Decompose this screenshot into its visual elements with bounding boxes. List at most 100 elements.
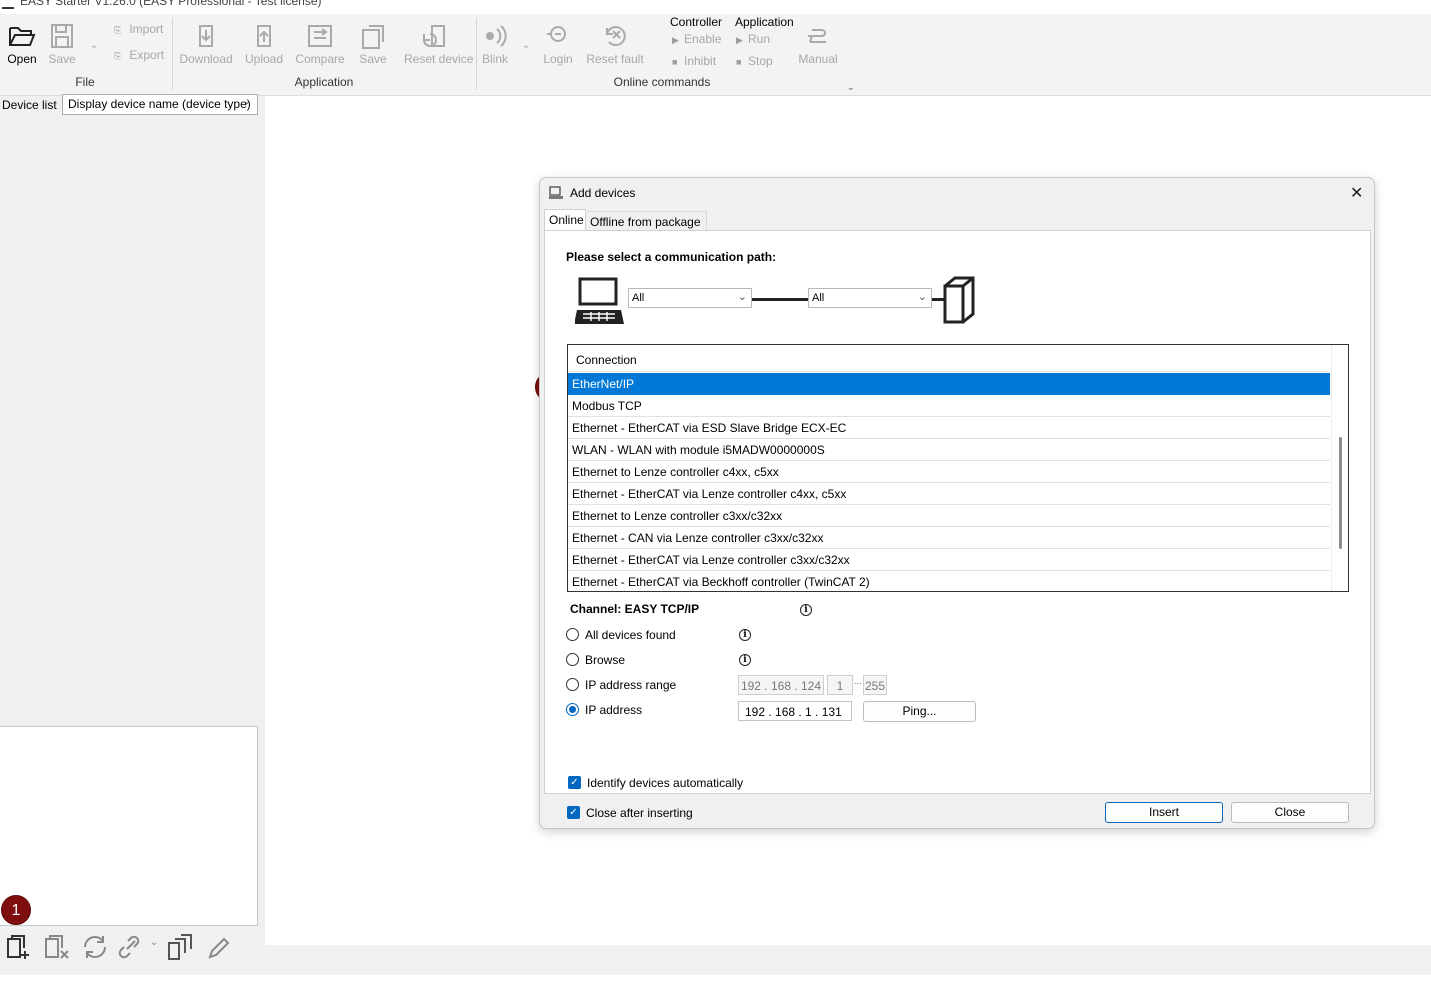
app-save-label: Save xyxy=(359,52,387,66)
run-button[interactable]: ▶ Run xyxy=(736,32,770,46)
play-icon: ▶ xyxy=(736,35,743,45)
blink-button[interactable]: Blink xyxy=(465,22,525,66)
connection-row[interactable]: Ethernet - EtherCAT via Lenze controller… xyxy=(568,483,1330,505)
connection-row[interactable]: Ethernet to Lenze controller c3xx/c32xx xyxy=(568,505,1330,527)
close-icon[interactable]: ✕ xyxy=(1350,183,1363,203)
floppy-icon xyxy=(51,24,73,48)
connection-column-header: Connection xyxy=(568,345,1330,372)
close-button[interactable]: Close xyxy=(1231,802,1349,823)
add-device-icon[interactable] xyxy=(5,933,35,961)
identify-devices-checkbox[interactable]: ✓ xyxy=(568,776,581,789)
compare-button[interactable]: Compare xyxy=(290,22,350,66)
all-devices-found-radio[interactable] xyxy=(566,628,579,641)
close-after-inserting-label[interactable]: Close after inserting xyxy=(586,806,693,820)
download-button[interactable]: Download xyxy=(176,22,236,66)
export-button[interactable]: ⎘ Export xyxy=(114,48,164,62)
app-save-button[interactable]: Save xyxy=(343,22,403,66)
connection-row[interactable]: WLAN - WLAN with module i5MADW0000000S xyxy=(568,439,1330,461)
path-right-combo[interactable]: All ⌄ xyxy=(808,288,932,308)
refresh-icon[interactable] xyxy=(80,933,110,961)
compare-label: Compare xyxy=(295,52,345,66)
link-dropdown-icon[interactable]: ⌄ xyxy=(150,937,158,948)
connection-row[interactable]: Modbus TCP xyxy=(568,395,1330,417)
info-icon[interactable]: i xyxy=(739,654,751,666)
remove-device-icon[interactable] xyxy=(43,933,73,961)
browse-label[interactable]: Browse xyxy=(585,653,625,667)
enable-label: Enable xyxy=(684,32,722,46)
stop-square-icon: ■ xyxy=(672,57,678,67)
import-label: Import xyxy=(129,22,164,36)
info-icon[interactable]: i xyxy=(739,629,751,641)
manual-button[interactable]: Manual xyxy=(788,22,848,66)
devices-icon[interactable] xyxy=(166,933,196,961)
inhibit-button[interactable]: ■ Inhibit xyxy=(672,54,716,68)
reset-device-button[interactable]: Reset device xyxy=(404,22,473,66)
window-title: EASY Starter V1.26.0 (EASY Professional … xyxy=(20,0,322,8)
device-icon xyxy=(943,276,975,324)
tab-online[interactable]: Online xyxy=(544,209,586,231)
connection-row[interactable]: Ethernet - EtherCAT via ESD Slave Bridge… xyxy=(568,417,1330,439)
online-commands-group-label: Online commands xyxy=(613,75,711,89)
add-devices-dialog-icon xyxy=(549,186,563,199)
reset-fault-label: Reset fault xyxy=(586,52,644,66)
connection-row[interactable]: Ethernet - CAN via Lenze controller c3xx… xyxy=(568,527,1330,549)
hand-icon xyxy=(808,29,826,43)
import-icon: ⎘ xyxy=(114,25,122,35)
blink-icon xyxy=(486,25,507,47)
ip-address-field[interactable]: 192 . 168 . 1 . 131 xyxy=(738,701,852,721)
connection-row[interactable]: EtherNet/IP xyxy=(568,373,1330,395)
ribbon-collapse-icon[interactable]: ⌄ xyxy=(847,82,855,93)
reset-fault-icon xyxy=(606,26,626,47)
ribbon-toolbar: Open Save ⌄ ⎘ Import ⎘ Export File Downl… xyxy=(0,14,1431,96)
identify-devices-label[interactable]: Identify devices automatically xyxy=(587,776,743,790)
ip-address-radio[interactable] xyxy=(566,703,579,716)
stop-button[interactable]: ■ Stop xyxy=(736,54,773,68)
chevron-down-icon: ⌄ xyxy=(737,291,747,303)
ip-address-range-label[interactable]: IP address range xyxy=(585,678,676,692)
ribbon-separator xyxy=(172,18,173,90)
path-left-combo[interactable]: All ⌄ xyxy=(628,288,752,308)
tab-offline-from-package[interactable]: Offline from package xyxy=(587,211,707,231)
insert-button[interactable]: Insert xyxy=(1105,802,1223,823)
play-icon: ▶ xyxy=(672,35,679,45)
close-after-inserting-checkbox[interactable]: ✓ xyxy=(567,806,580,819)
edit-pencil-icon[interactable] xyxy=(204,933,234,961)
save-dropdown-icon[interactable]: ⌄ xyxy=(90,40,98,51)
all-devices-found-label[interactable]: All devices found xyxy=(585,628,676,642)
ping-button[interactable]: Ping... xyxy=(863,701,976,722)
upload-label: Upload xyxy=(244,52,284,66)
ip-range-from-field[interactable]: 1 xyxy=(827,675,853,695)
stop-square-icon: ■ xyxy=(736,57,742,67)
inhibit-label: Inhibit xyxy=(684,54,717,68)
device-list-value: Display device name (device type) xyxy=(68,97,251,111)
connection-table[interactable]: Connection EtherNet/IP Modbus TCP Ethernet… xyxy=(567,344,1349,592)
connection-scrollbar[interactable] xyxy=(1331,345,1348,591)
info-icon[interactable]: i xyxy=(800,604,812,616)
login-button[interactable]: Login xyxy=(528,22,588,66)
enable-button[interactable]: ▶ Enable xyxy=(672,32,721,46)
import-button[interactable]: ⎘ Import xyxy=(114,22,163,36)
save-button[interactable]: Save xyxy=(32,22,92,66)
download-icon xyxy=(199,25,213,47)
application-heading: Application xyxy=(735,15,794,29)
reset-device-icon xyxy=(423,25,445,47)
tab-panel: Please select a communication path: All … xyxy=(544,230,1371,794)
device-tree[interactable] xyxy=(0,726,258,926)
ip-range-to-field[interactable]: 255 xyxy=(863,675,887,695)
device-list-dropdown[interactable]: Display device name (device type) ⌄ xyxy=(62,94,258,115)
connection-row[interactable]: Ethernet - EtherCAT via Beckhoff control… xyxy=(568,571,1330,591)
save-label: Save xyxy=(48,52,76,66)
device-save-icon xyxy=(362,25,384,49)
ip-address-label[interactable]: IP address xyxy=(585,703,642,717)
blink-label: Blink xyxy=(481,52,508,66)
connection-row[interactable]: Ethernet to Lenze controller c4xx, c5xx xyxy=(568,461,1330,483)
device-panel: Device list Display device name (device … xyxy=(0,94,265,945)
reset-fault-button[interactable]: Reset fault xyxy=(585,22,645,66)
upload-button[interactable]: Upload xyxy=(234,22,294,66)
connection-row[interactable]: Ethernet - EtherCAT via Lenze controller… xyxy=(568,549,1330,571)
scrollbar-thumb[interactable] xyxy=(1339,437,1342,549)
ip-range-base-field[interactable]: 192 . 168 . 124 xyxy=(738,675,824,695)
browse-radio[interactable] xyxy=(566,653,579,666)
ip-address-range-radio[interactable] xyxy=(566,678,579,691)
link-icon[interactable] xyxy=(117,933,147,961)
